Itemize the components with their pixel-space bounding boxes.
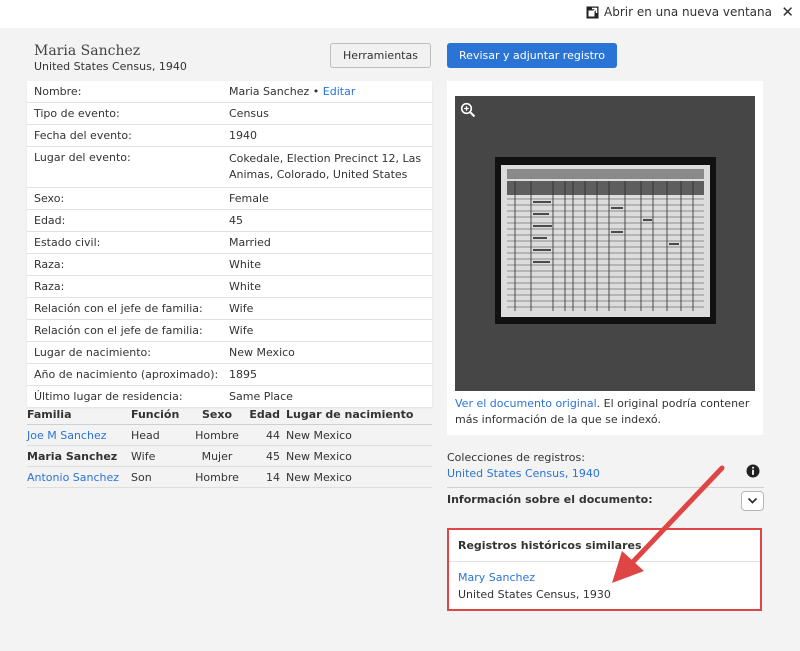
- open-new-window-label: Abrir en una nueva ventana: [604, 5, 772, 19]
- family-member-link[interactable]: Joe M Sanchez: [27, 429, 131, 442]
- review-attach-button[interactable]: Revisar y adjuntar registro: [447, 43, 617, 68]
- family-table: Familia Función Sexo Edad Lugar de nacim…: [27, 404, 432, 488]
- divider: [447, 487, 764, 488]
- open-new-window-link[interactable]: Abrir en una nueva ventana: [586, 5, 772, 19]
- detail-row: Nombre: Maria Sanchez • Editar: [27, 81, 432, 103]
- detail-row: Relación con el jefe de familia: Wife: [27, 298, 432, 320]
- census-form-image: [501, 165, 710, 317]
- document-image-viewer[interactable]: [455, 96, 755, 391]
- detail-row: Fecha del evento: 1940: [27, 125, 432, 147]
- detail-row: Lugar de nacimiento: New Mexico: [27, 342, 432, 364]
- census-document-thumbnail[interactable]: [495, 157, 716, 324]
- similar-record-collection: United States Census, 1930: [458, 588, 611, 601]
- close-icon[interactable]: ✕: [781, 3, 794, 21]
- record-collection-subtitle: United States Census, 1940: [34, 60, 187, 73]
- document-info-label: Información sobre el documento:: [447, 493, 653, 506]
- collection-link[interactable]: United States Census, 1940: [447, 467, 600, 480]
- document-info-toggle[interactable]: [741, 491, 764, 511]
- similar-records-box: Registros históricos similares Mary Sanc…: [447, 528, 762, 611]
- viewer-caption: Ver el documento original. El original p…: [455, 397, 750, 426]
- detail-row: Raza: White: [27, 254, 432, 276]
- similar-records-title: Registros históricos similares: [458, 539, 642, 552]
- family-member-link[interactable]: Antonio Sanchez: [27, 471, 131, 484]
- detail-row: Sexo: Female: [27, 188, 432, 210]
- person-name: Maria Sanchez: [34, 43, 141, 59]
- detail-row: Estado civil: Married: [27, 232, 432, 254]
- edit-name-link[interactable]: Editar: [323, 85, 356, 98]
- detail-row: Tipo de evento: Census: [27, 103, 432, 125]
- current-person-name: Maria Sanchez: [27, 449, 118, 463]
- chevron-down-icon: [747, 497, 758, 504]
- top-bar: Abrir en una nueva ventana ✕: [0, 0, 800, 28]
- similar-record-link[interactable]: Mary Sanchez: [458, 571, 535, 584]
- info-icon[interactable]: [746, 464, 760, 478]
- zoom-in-icon[interactable]: [460, 102, 476, 118]
- table-row: Joe M Sanchez Head Hombre 44 New Mexico: [27, 425, 432, 446]
- table-row: Antonio Sanchez Son Hombre 14 New Mexico: [27, 467, 432, 488]
- detail-row: Raza: White: [27, 276, 432, 298]
- tools-button[interactable]: Herramientas: [330, 43, 431, 68]
- divider: [449, 561, 760, 562]
- open-new-window-icon: [586, 6, 599, 18]
- detail-row: Año de nacimiento (aproximado): 1895: [27, 364, 432, 386]
- collections-label: Colecciones de registros:: [447, 451, 585, 464]
- record-details-table: Nombre: Maria Sanchez • Editar Tipo de e…: [27, 81, 432, 407]
- view-original-link[interactable]: Ver el documento original: [455, 397, 597, 410]
- detail-row: Lugar del evento: Cokedale, Election Pre…: [27, 147, 432, 188]
- table-row: Maria Sanchez Wife Mujer 45 New Mexico: [27, 446, 432, 467]
- detail-row: Edad: 45: [27, 210, 432, 232]
- family-table-header: Familia Función Sexo Edad Lugar de nacim…: [27, 404, 432, 425]
- detail-row: Relación con el jefe de familia: Wife: [27, 320, 432, 342]
